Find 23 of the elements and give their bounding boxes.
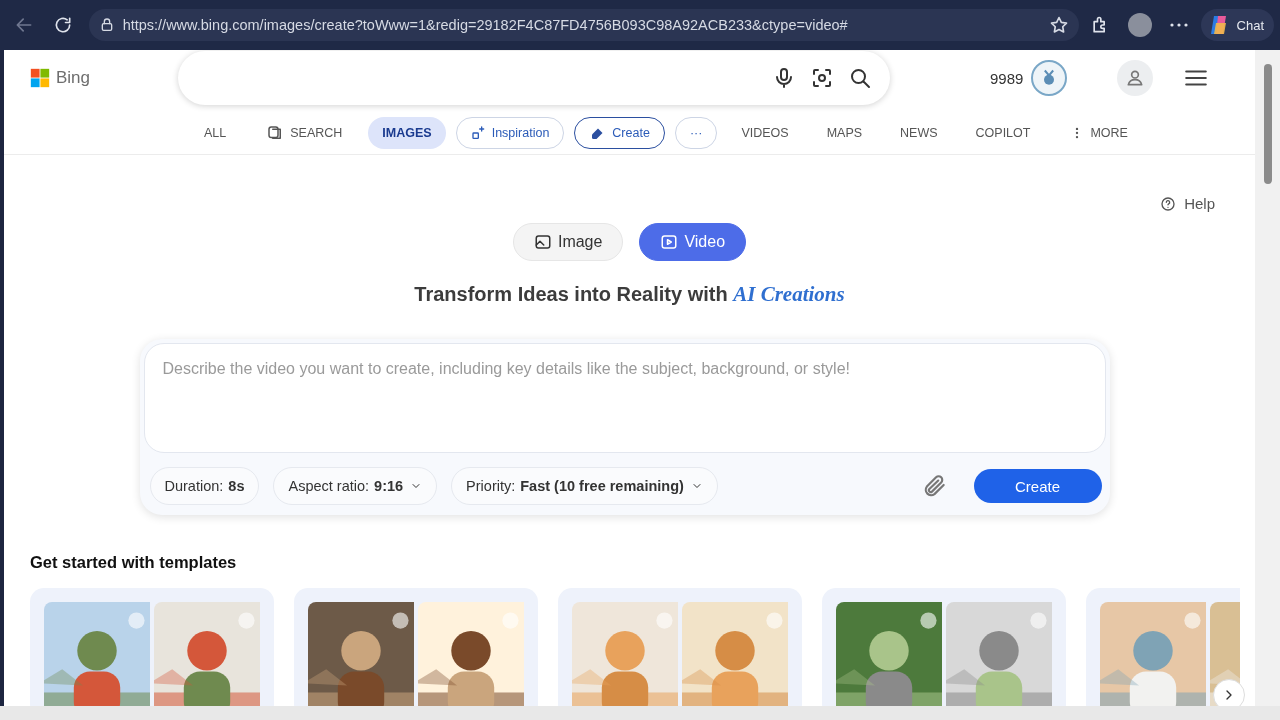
- mode-tab[interactable]: Video: [639, 223, 747, 261]
- nav-tab[interactable]: MAPS: [812, 117, 877, 149]
- section-title: Get started with templates: [30, 553, 238, 572]
- prompt-field[interactable]: Describe the video you want to create, including key details like the subject, background, or style!: [143, 343, 1106, 453]
- address-bar[interactable]: https://www.bing.com/images/create?toWww=1&redig=29182F4C87FD4756B093C98A92ACB233&ctype=video#: [88, 9, 1079, 41]
- url-text: https://www.bing.com/images/create?toWww=1&redig=29182F4C87FD4756B093C98A92ACB233&ctype=video#: [122, 17, 849, 33]
- logo-text: Bing: [56, 68, 91, 88]
- nav-tab[interactable]: NEWS: [886, 117, 952, 149]
- nav-tab[interactable]: IMAGES: [368, 117, 446, 149]
- nav-tab[interactable]: MORE: [1054, 117, 1144, 149]
- nav-tab[interactable]: SEARCH: [250, 117, 359, 149]
- mode-tab[interactable]: Image: [512, 223, 624, 261]
- help-link[interactable]: Help: [1160, 195, 1215, 212]
- nav-tab[interactable]: COPILOT: [961, 117, 1045, 149]
- points-count: 9989: [990, 69, 1024, 87]
- nav-tab[interactable]: VIDEOS: [727, 117, 803, 149]
- chat-button[interactable]: Chat: [1200, 9, 1275, 41]
- option-dropdown[interactable]: Aspect ratio: 9:16: [273, 467, 438, 505]
- create-button[interactable]: Create: [973, 469, 1102, 503]
- option-dropdown[interactable]: Priority: Fast (10 free remaining): [451, 467, 718, 505]
- nav-tab[interactable]: ALL: [190, 117, 241, 149]
- option-dropdown[interactable]: Duration: 8s: [149, 467, 260, 505]
- headline: Transform Ideas into Reality with AI Creations: [413, 282, 846, 307]
